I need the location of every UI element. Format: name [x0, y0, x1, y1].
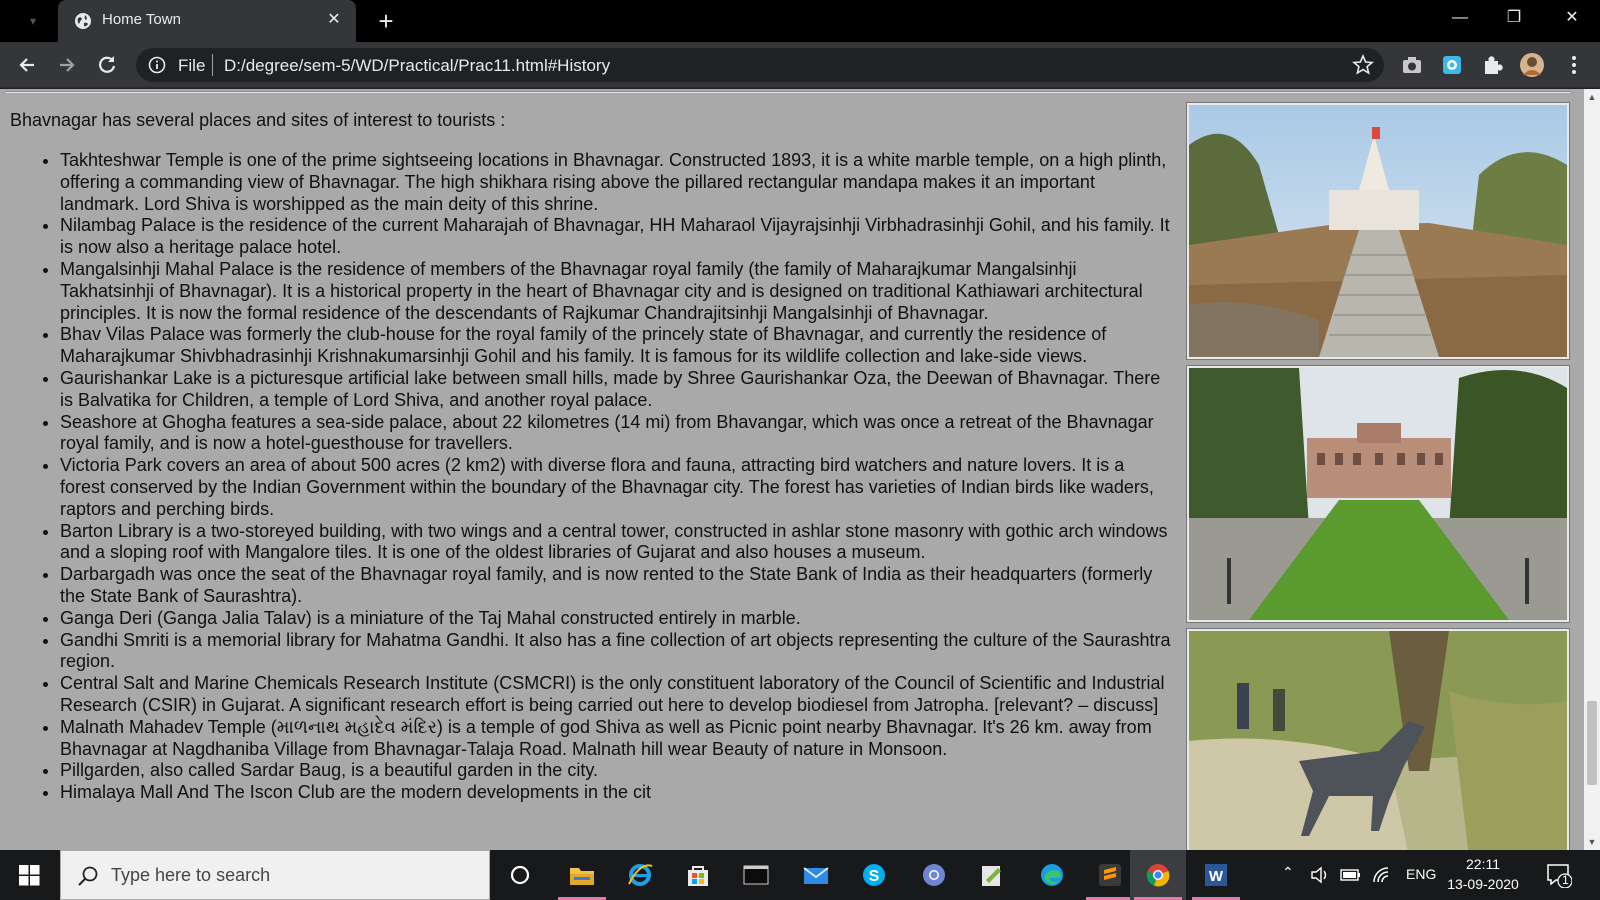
clock[interactable]: 22:11 13-09-2020: [1440, 854, 1526, 894]
skype-icon: S: [863, 864, 885, 886]
terminal-icon: [743, 865, 769, 885]
cortana-button[interactable]: [492, 850, 548, 900]
list-item: Darbargadh was once the seat of the Bhav…: [60, 564, 1174, 608]
extension-capture-icon[interactable]: [1440, 53, 1464, 77]
globe-icon: [75, 13, 91, 29]
list-item: Barton Library is a two-storeyed buildin…: [60, 521, 1174, 565]
taskbar-skype[interactable]: S: [846, 850, 902, 900]
search-icon: [78, 866, 98, 886]
forward-arrow-icon[interactable]: [52, 50, 82, 80]
mail-icon: [803, 867, 829, 884]
vertical-scrollbar[interactable]: ▲ ▼: [1584, 89, 1600, 850]
profile-avatar[interactable]: [1520, 53, 1544, 77]
windows-logo-icon: [19, 865, 40, 886]
folder-icon: [570, 868, 594, 885]
nilgai-photo: [1186, 628, 1570, 850]
word-icon: W: [1205, 864, 1227, 886]
title-bar: ▾ Home Town ✕ + — ❐ ✕: [0, 0, 1600, 42]
internet-explorer-icon: [628, 864, 653, 886]
notepad-plus-icon: [982, 866, 1001, 886]
browser-toolbar: File D:/degree/sem-5/WD/Practical/Prac11…: [0, 42, 1600, 88]
store-bag-icon: [688, 866, 708, 886]
intro-paragraph: Bhavnagar has several places and sites o…: [10, 110, 506, 130]
search-placeholder: Type here to search: [111, 865, 271, 885]
new-tab-button[interactable]: +: [372, 6, 400, 36]
volume-icon[interactable]: [1310, 865, 1330, 885]
list-item: Malnath Mahadev Temple (માળનાથ મહાદેવ મં…: [60, 717, 1174, 761]
list-item: Pillgarden, also called Sardar Baug, is …: [60, 760, 1174, 782]
wifi-icon[interactable]: [1372, 866, 1392, 884]
back-arrow-icon[interactable]: [12, 50, 42, 80]
address-bar[interactable]: File D:/degree/sem-5/WD/Practical/Prac11…: [136, 48, 1384, 82]
bookmark-star-icon[interactable]: [1352, 54, 1374, 76]
minimize-button[interactable]: —: [1432, 0, 1488, 38]
list-item: Takhteshwar Temple is one of the prime s…: [60, 150, 1174, 215]
scroll-down-icon[interactable]: ▼: [1584, 834, 1600, 850]
notification-count-badge: 1: [1562, 873, 1569, 887]
clock-date: 13-09-2020: [1447, 876, 1519, 892]
url-text[interactable]: D:/degree/sem-5/WD/Practical/Prac11.html…: [224, 56, 610, 76]
edge-icon: [1041, 864, 1063, 886]
taskbar-internet-explorer[interactable]: [612, 850, 668, 900]
info-icon[interactable]: [148, 56, 166, 74]
list-item: Gandhi Smriti is a memorial library for …: [60, 630, 1174, 674]
page-viewport: Bhavnagar has several places and sites o…: [0, 89, 1584, 850]
start-button[interactable]: [0, 850, 60, 900]
extensions-puzzle-icon[interactable]: [1480, 53, 1504, 77]
show-hidden-icons-icon[interactable]: ⌃: [1282, 864, 1294, 881]
url-scheme-label: File: [178, 56, 206, 75]
tab-search-icon[interactable]: ▾: [18, 10, 48, 32]
list-item: Ganga Deri (Ganga Jalia Talav) is a mini…: [60, 608, 1174, 630]
language-indicator[interactable]: ENG: [1406, 866, 1436, 882]
taskbar-chrome-app[interactable]: [906, 850, 962, 900]
list-item: Himalaya Mall And The Iscon Club are the…: [60, 782, 1174, 804]
taskbar-search-box[interactable]: Type here to search: [60, 850, 490, 900]
svg-text:W: W: [1209, 868, 1224, 885]
clock-time: 22:11: [1466, 856, 1500, 872]
tab-title: Home Town: [102, 11, 181, 28]
camera-icon[interactable]: [1400, 53, 1424, 77]
list-item: Victoria Park covers an area of about 50…: [60, 455, 1174, 520]
temple-photo: [1186, 102, 1570, 360]
places-list: Takhteshwar Temple is one of the prime s…: [34, 150, 1174, 804]
tab-home-town[interactable]: Home Town ✕: [58, 0, 356, 42]
taskbar-notepad-plus[interactable]: [964, 850, 1020, 900]
windows-taskbar: Type here to search S W ⌃ ENG 22:11 13-0…: [0, 850, 1600, 900]
chrome-icon: [1146, 864, 1170, 887]
maximize-button[interactable]: ❐: [1486, 0, 1542, 38]
chrome-app-icon: [923, 864, 945, 886]
taskbar-word[interactable]: W: [1188, 850, 1244, 900]
list-item: Gaurishankar Lake is a picturesque artif…: [60, 368, 1174, 412]
sublime-text-icon: [1099, 864, 1121, 886]
close-tab-icon[interactable]: ✕: [324, 9, 344, 31]
list-item: Mangalsinhji Mahal Palace is the residen…: [60, 259, 1174, 324]
scrollbar-thumb[interactable]: [1587, 701, 1597, 785]
list-item: Bhav Vilas Palace was formerly the club-…: [60, 324, 1174, 368]
taskbar-terminal[interactable]: [728, 850, 784, 900]
taskbar-file-explorer[interactable]: [554, 850, 610, 900]
palace-photo: [1186, 365, 1570, 623]
list-item: Central Salt and Marine Chemicals Resear…: [60, 673, 1174, 717]
horizontal-rule: [6, 91, 1570, 93]
taskbar-mail[interactable]: [788, 850, 844, 900]
menu-dots-icon[interactable]: [1562, 53, 1586, 77]
svg-text:S: S: [869, 868, 880, 885]
taskbar-store[interactable]: [670, 850, 726, 900]
list-item: Nilambag Palace is the residence of the …: [60, 215, 1174, 259]
taskbar-chrome[interactable]: [1130, 850, 1186, 900]
reload-icon[interactable]: [92, 50, 122, 80]
cortana-circle-icon: [510, 865, 530, 885]
url-divider: [212, 54, 213, 76]
battery-icon[interactable]: [1340, 866, 1362, 884]
list-item: Seashore at Ghogha features a sea-side p…: [60, 412, 1174, 456]
scroll-up-icon[interactable]: ▲: [1584, 89, 1600, 105]
close-window-button[interactable]: ✕: [1544, 0, 1600, 38]
taskbar-edge[interactable]: [1024, 850, 1080, 900]
